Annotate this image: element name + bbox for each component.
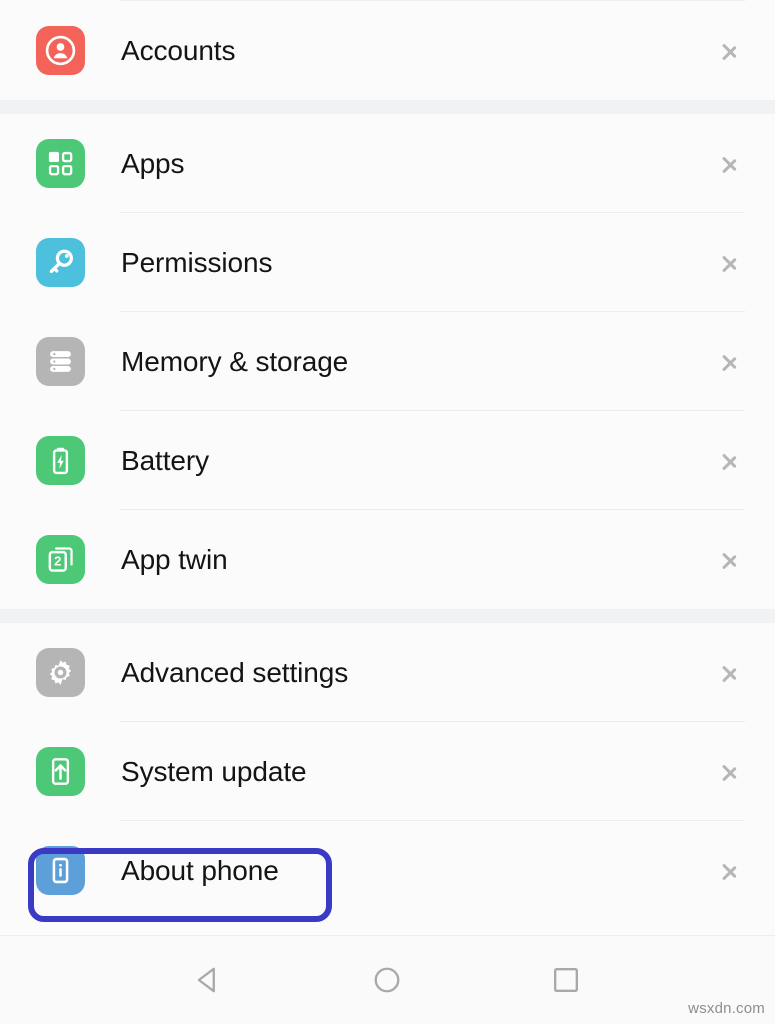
recents-square-icon (553, 967, 578, 993)
settings-row-label: App twin (121, 543, 228, 575)
settings-section-device: Apps Permissions Memory & storage Batter… (0, 114, 775, 609)
recents-button[interactable] (536, 950, 596, 1010)
gear-icon (36, 648, 85, 697)
chevron-right-icon (721, 854, 741, 888)
chevron-right-icon (721, 246, 741, 280)
settings-row-label: Permissions (121, 246, 273, 278)
settings-section-accounts: Accounts (0, 1, 775, 100)
settings-screen: Accounts Apps Permissions Memory & stora… (0, 0, 775, 1024)
system-update-icon (36, 747, 85, 796)
section-separator-2 (0, 609, 775, 623)
settings-list: Accounts Apps Permissions Memory & stora… (0, 0, 775, 935)
section-separator-1 (0, 100, 775, 114)
home-button[interactable] (357, 950, 417, 1010)
settings-row-label: Memory & storage (121, 345, 349, 377)
apps-grid-icon (36, 139, 85, 188)
chevron-right-icon (721, 543, 741, 577)
chevron-right-icon (721, 755, 741, 789)
settings-row-memory-storage[interactable]: Memory & storage (0, 312, 775, 411)
settings-row-app-twin[interactable]: 2 App twin (0, 510, 775, 609)
settings-row-label: System update (121, 755, 307, 787)
back-triangle-icon (197, 967, 216, 993)
svg-text:2: 2 (54, 553, 61, 568)
settings-row-battery[interactable]: Battery (0, 411, 775, 510)
key-icon (36, 238, 85, 287)
settings-row-label: Battery (121, 444, 210, 476)
info-phone-icon (36, 846, 85, 895)
account-person-icon (36, 26, 85, 75)
chevron-right-icon (721, 147, 741, 181)
settings-row-permissions[interactable]: Permissions (0, 213, 775, 312)
settings-row-label: Advanced settings (121, 656, 349, 688)
back-button[interactable] (179, 950, 239, 1010)
android-navigation-bar (0, 935, 775, 1024)
battery-bolt-icon (36, 436, 85, 485)
settings-row-label: Apps (121, 147, 185, 179)
chevron-right-icon (721, 444, 741, 478)
settings-section-system: Advanced settings System update About ph… (0, 623, 775, 920)
settings-row-accounts[interactable]: Accounts (0, 1, 775, 100)
home-circle-icon (375, 967, 400, 993)
settings-row-advanced-settings[interactable]: Advanced settings (0, 623, 775, 722)
settings-row-about-phone[interactable]: About phone (0, 821, 775, 920)
chevron-right-icon (721, 34, 741, 68)
settings-row-label: About phone (121, 854, 279, 886)
storage-server-icon (36, 337, 85, 386)
settings-row-label: Accounts (121, 34, 236, 66)
chevron-right-icon (721, 345, 741, 379)
chevron-right-icon (721, 656, 741, 690)
settings-row-apps[interactable]: Apps (0, 114, 775, 213)
app-twin-icon: 2 (36, 535, 85, 584)
settings-row-system-update[interactable]: System update (0, 722, 775, 821)
watermark: wsxdn.com (688, 1000, 765, 1017)
